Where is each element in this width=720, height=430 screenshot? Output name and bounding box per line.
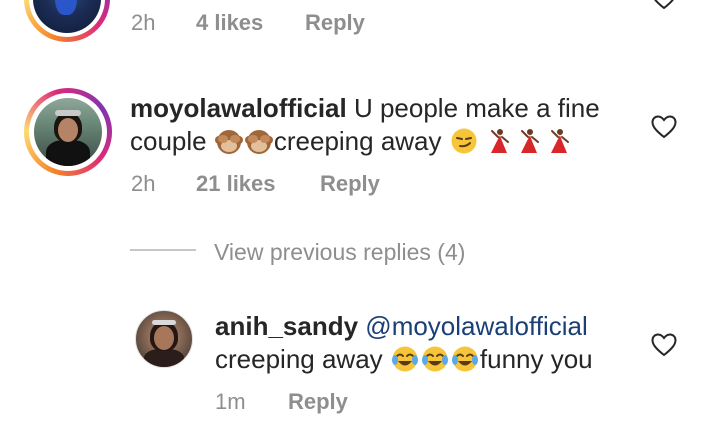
heart-outline-icon[interactable] bbox=[651, 115, 677, 139]
see-no-evil-monkey-icon bbox=[214, 130, 243, 154]
comment-text-creeping: creeping away bbox=[273, 126, 442, 156]
smirking-face-icon bbox=[451, 128, 477, 154]
view-previous-replies-button[interactable]: View previous replies (4) bbox=[214, 239, 465, 266]
comment-time: 2h bbox=[131, 171, 156, 196]
avatar-ring[interactable] bbox=[24, 0, 110, 42]
comment-body: moyolawalofficial U people make a fine bbox=[130, 91, 630, 125]
comment-text-couple: couple bbox=[130, 126, 207, 156]
face-with-tears-of-joy-icon bbox=[421, 346, 448, 372]
avatar[interactable] bbox=[34, 98, 102, 166]
mention-link[interactable]: @moyolawalofficial bbox=[365, 311, 587, 341]
see-no-evil-monkey-icon bbox=[244, 130, 273, 154]
dancer-icon bbox=[550, 129, 569, 153]
reply-button[interactable]: Reply bbox=[288, 389, 348, 415]
face-with-tears-of-joy-icon bbox=[451, 346, 478, 372]
likes-count[interactable]: 21 likes bbox=[196, 171, 276, 197]
reply-button[interactable]: Reply bbox=[320, 171, 380, 197]
face-with-tears-of-joy-icon bbox=[391, 346, 418, 372]
reply-text-funny: funny you bbox=[479, 344, 593, 374]
reply-username[interactable]: anih_sandy bbox=[215, 311, 358, 341]
dancer-icon bbox=[490, 129, 509, 153]
reply-time: 1m bbox=[215, 389, 246, 414]
comment-time: 2h bbox=[131, 10, 156, 35]
heart-outline-icon[interactable] bbox=[651, 0, 677, 10]
comment-text-line1: U people make a fine bbox=[353, 93, 600, 123]
reply-body-line2: creeping away funny you bbox=[215, 342, 655, 376]
dancer-icon bbox=[520, 129, 539, 153]
reply-button[interactable]: Reply bbox=[305, 10, 365, 36]
replies-divider bbox=[130, 249, 196, 251]
heart-outline-icon[interactable] bbox=[651, 333, 677, 357]
comment-username[interactable]: moyolawalofficial bbox=[130, 93, 347, 123]
avatar-ring[interactable] bbox=[24, 88, 112, 176]
reply-body: anih_sandy @moyolawalofficial bbox=[215, 309, 655, 343]
comment-body-line2: couple creeping away bbox=[130, 124, 650, 158]
avatar[interactable] bbox=[135, 310, 193, 368]
likes-count[interactable]: 4 likes bbox=[196, 10, 263, 36]
reply-text-creeping: creeping away bbox=[215, 344, 383, 374]
